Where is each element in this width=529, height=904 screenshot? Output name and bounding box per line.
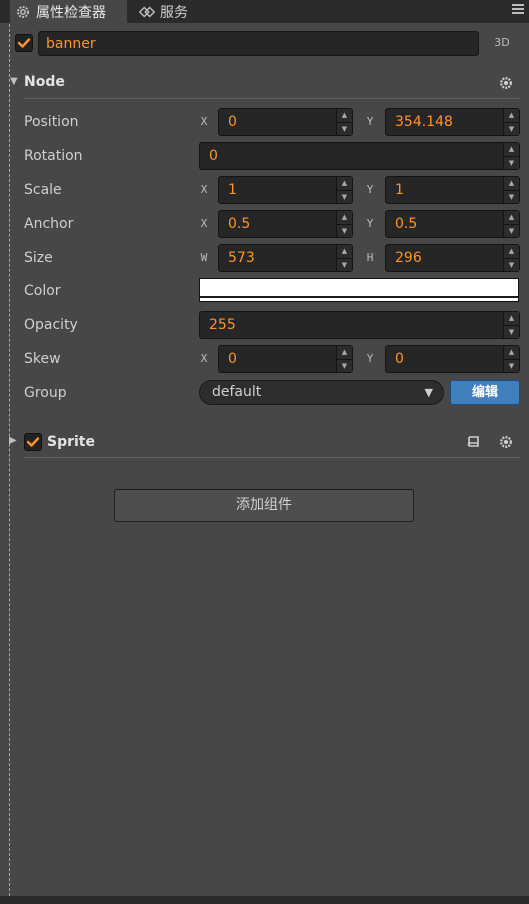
skew-x-value: 0 xyxy=(228,351,237,367)
spin-up-icon[interactable]: ▲ xyxy=(504,245,519,259)
spin-up-icon[interactable]: ▲ xyxy=(504,211,519,225)
color-picker-swatch[interactable] xyxy=(199,278,519,302)
node-section-title: Node xyxy=(24,74,65,90)
checkmark-icon xyxy=(17,38,31,48)
spin-down-icon[interactable]: ▼ xyxy=(504,156,519,169)
opacity-label: Opacity xyxy=(24,317,78,333)
skew-y-input[interactable]: 0 ▲ ▼ xyxy=(385,345,520,373)
spin-up-icon[interactable]: ▲ xyxy=(337,109,352,123)
anchor-y-value: 0.5 xyxy=(395,216,418,232)
scale-y-value: 1 xyxy=(395,182,404,198)
skew-label: Skew xyxy=(24,351,61,367)
size-width-value: 573 xyxy=(228,250,255,266)
panel-menu-icon[interactable] xyxy=(511,2,525,16)
scale-y-axis-label: Y xyxy=(366,183,374,196)
scale-label: Scale xyxy=(24,182,62,198)
group-select-value: default xyxy=(212,384,262,400)
spin-down-icon[interactable]: ▼ xyxy=(504,325,519,338)
sprite-section-divider xyxy=(24,457,520,458)
rotation-value: 0 xyxy=(209,148,218,164)
chevron-down-icon: ▼ xyxy=(424,386,433,399)
group-label: Group xyxy=(24,385,67,401)
spin-up-icon[interactable]: ▲ xyxy=(504,143,519,157)
node-name-input[interactable] xyxy=(38,31,479,56)
spin-down-icon[interactable]: ▼ xyxy=(504,190,519,203)
spin-down-icon[interactable]: ▼ xyxy=(504,359,519,372)
skew-x-axis-label: X xyxy=(200,352,208,365)
skew-x-input[interactable]: 0 ▲ ▼ xyxy=(218,345,353,373)
scale-x-axis-label: X xyxy=(200,183,208,196)
edit-group-button[interactable]: 编辑 xyxy=(450,380,520,405)
spin-up-icon[interactable]: ▲ xyxy=(337,211,352,225)
position-y-value: 354.148 xyxy=(395,114,453,130)
tab-service[interactable]: 服务 xyxy=(136,0,236,23)
position-label: Position xyxy=(24,114,79,130)
anchor-y-axis-label: Y xyxy=(366,217,374,230)
anchor-y-input[interactable]: 0.5 ▲ ▼ xyxy=(385,210,520,238)
spin-up-icon[interactable]: ▲ xyxy=(337,346,352,360)
sprite-settings-gear-icon[interactable] xyxy=(499,435,513,453)
node-active-checkbox[interactable] xyxy=(15,34,33,52)
anchor-x-value: 0.5 xyxy=(228,216,251,232)
position-y-axis-label: Y xyxy=(366,115,374,128)
color-alpha-bar xyxy=(200,296,518,298)
toggle-3d-button[interactable]: 3D xyxy=(486,34,518,52)
sprite-enabled-checkbox[interactable] xyxy=(24,433,42,451)
spin-down-icon[interactable]: ▼ xyxy=(337,359,352,372)
position-x-value: 0 xyxy=(228,114,237,130)
anchor-x-axis-label: X xyxy=(200,217,208,230)
size-height-input[interactable]: 296 ▲ ▼ xyxy=(385,244,520,272)
position-x-axis-label: X xyxy=(200,115,208,128)
spin-up-icon[interactable]: ▲ xyxy=(504,346,519,360)
color-label: Color xyxy=(24,283,61,299)
hierarchy-guide-line xyxy=(9,24,10,896)
skew-y-value: 0 xyxy=(395,351,404,367)
scale-x-value: 1 xyxy=(228,182,237,198)
opacity-value: 255 xyxy=(209,317,236,333)
anchor-label: Anchor xyxy=(24,216,74,232)
spin-down-icon[interactable]: ▼ xyxy=(337,122,352,135)
spin-down-icon[interactable]: ▼ xyxy=(504,122,519,135)
tab-inspector-label: 属性检查器 xyxy=(36,4,106,21)
spin-up-icon[interactable]: ▲ xyxy=(337,245,352,259)
scale-x-input[interactable]: 1 ▲ ▼ xyxy=(218,176,353,204)
rotation-label: Rotation xyxy=(24,148,83,164)
book-icon[interactable] xyxy=(466,435,480,453)
node-collapse-arrow-icon[interactable]: ▼ xyxy=(10,76,18,87)
size-h-axis-label: H xyxy=(366,251,374,264)
tab-inspector[interactable]: 属性检查器 xyxy=(10,0,128,23)
skew-y-axis-label: Y xyxy=(366,352,374,365)
scale-y-input[interactable]: 1 ▲ ▼ xyxy=(385,176,520,204)
rotation-input[interactable]: 0 ▲ ▼ xyxy=(199,142,520,170)
spin-down-icon[interactable]: ▼ xyxy=(504,258,519,271)
spin-down-icon[interactable]: ▼ xyxy=(337,190,352,203)
sprite-section-title: Sprite xyxy=(47,434,95,450)
opacity-input[interactable]: 255 ▲ ▼ xyxy=(199,311,520,339)
checkmark-icon xyxy=(26,437,40,447)
spin-up-icon[interactable]: ▲ xyxy=(504,312,519,326)
bottom-edge xyxy=(0,896,529,904)
position-y-input[interactable]: 354.148 ▲ ▼ xyxy=(385,108,520,136)
sprite-expand-arrow-icon[interactable]: ▶ xyxy=(9,435,17,446)
spin-up-icon[interactable]: ▲ xyxy=(337,177,352,191)
spin-down-icon[interactable]: ▼ xyxy=(337,258,352,271)
spin-up-icon[interactable]: ▲ xyxy=(504,109,519,123)
size-label: Size xyxy=(24,250,53,266)
size-width-input[interactable]: 573 ▲ ▼ xyxy=(218,244,353,272)
position-x-input[interactable]: 0 ▲ ▼ xyxy=(218,108,353,136)
size-w-axis-label: W xyxy=(200,251,208,264)
spin-up-icon[interactable]: ▲ xyxy=(504,177,519,191)
link-icon xyxy=(138,3,156,21)
add-component-button[interactable]: 添加组件 xyxy=(114,489,414,522)
group-select[interactable]: default ▼ xyxy=(199,380,444,405)
tab-service-label: 服务 xyxy=(160,4,188,21)
node-section-divider xyxy=(24,98,520,99)
spin-down-icon[interactable]: ▼ xyxy=(504,224,519,237)
anchor-x-input[interactable]: 0.5 ▲ ▼ xyxy=(218,210,353,238)
size-height-value: 296 xyxy=(395,250,422,266)
spin-down-icon[interactable]: ▼ xyxy=(337,224,352,237)
gear-icon xyxy=(14,3,32,21)
node-settings-gear-icon[interactable] xyxy=(499,76,513,94)
